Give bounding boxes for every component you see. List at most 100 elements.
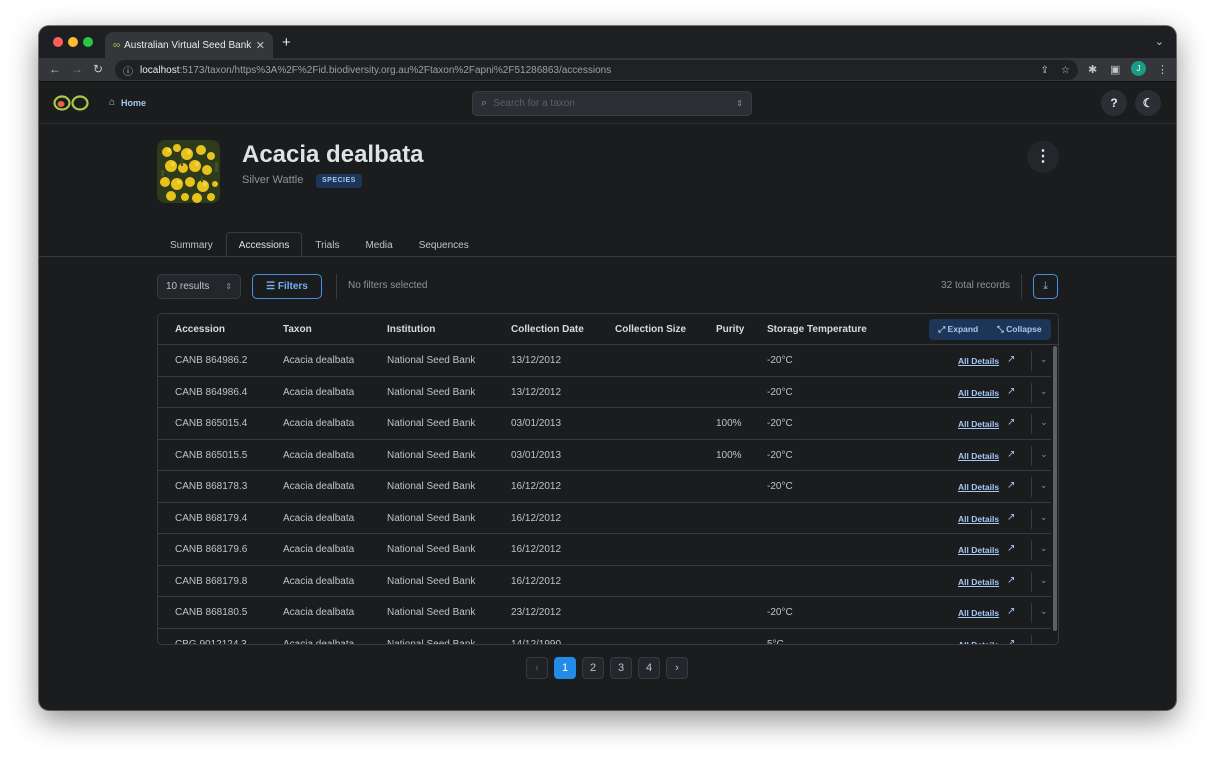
table-row[interactable]: CANB 865015.5 Acacia dealbata National See…	[158, 440, 1051, 471]
expand-row-chevron-icon[interactable]: ⌄	[1040, 480, 1048, 491]
bookmark-star-icon[interactable]: ☆	[1061, 65, 1070, 76]
expand-row-chevron-icon[interactable]: ⌄	[1040, 512, 1048, 523]
expand-row-chevron-icon[interactable]: ⌄	[1040, 449, 1048, 460]
download-button[interactable]: ⤓	[1033, 274, 1058, 299]
cell-collection-date: 16/12/2012	[511, 544, 562, 555]
tab-accessions[interactable]: Accessions	[225, 232, 303, 257]
external-link-icon[interactable]: ↗	[1007, 480, 1015, 491]
column-header-collection-size[interactable]: Collection Size	[615, 324, 686, 335]
table-row[interactable]: CBG 9012124.3 Acacia dealbata National See…	[158, 629, 1051, 645]
external-link-icon[interactable]: ↗	[1007, 449, 1015, 460]
cell-storage-temperature: -20°C	[767, 449, 793, 461]
external-link-icon[interactable]: ↗	[1007, 386, 1015, 397]
all-details-link[interactable]: All Details	[958, 388, 999, 398]
url-field[interactable]: ⓘ localhost :5173/taxon/https%3A%2F%2Fid…	[115, 60, 1078, 80]
tab-search-chevron-icon[interactable]: ⌄	[1155, 35, 1164, 48]
expand-collapse-group: ⤢ Expand ⤡ Collapse	[929, 319, 1051, 340]
more-options-button[interactable]: ⋮	[1027, 141, 1059, 173]
external-link-icon[interactable]: ↗	[1007, 606, 1015, 617]
cell-institution: National Seed Bank	[387, 544, 476, 555]
all-details-link[interactable]: All Details	[958, 514, 999, 524]
table-row[interactable]: CANB 864986.2 Acacia dealbata National See…	[158, 345, 1051, 377]
taxon-search[interactable]: ⌕ ⇕	[472, 91, 752, 116]
all-details-link[interactable]: All Details	[958, 356, 999, 366]
help-button[interactable]: ?	[1101, 90, 1127, 116]
next-page-button[interactable]: ›	[666, 657, 688, 679]
profile-avatar[interactable]: J	[1131, 61, 1146, 76]
browser-menu-icon[interactable]: ⋮	[1157, 63, 1168, 76]
app-logo-icon[interactable]	[53, 94, 89, 112]
reload-icon[interactable]: ↻	[93, 62, 103, 76]
forward-icon[interactable]: →	[71, 62, 83, 76]
all-details-link[interactable]: All Details	[958, 640, 999, 645]
table-row[interactable]: CANB 864986.4 Acacia dealbata National See…	[158, 377, 1051, 408]
results-per-page-select[interactable]: 10 results ⇕	[157, 274, 241, 299]
external-link-icon[interactable]: ↗	[1007, 575, 1015, 586]
column-header-purity[interactable]: Purity	[716, 324, 744, 335]
close-tab-icon[interactable]: ✕	[256, 39, 265, 52]
page-button-2[interactable]: 2	[582, 657, 604, 679]
theme-toggle-button[interactable]: ☾	[1135, 90, 1161, 116]
page-button-1[interactable]: 1	[554, 657, 576, 679]
filters-button[interactable]: ☰ Filters	[252, 274, 322, 299]
expand-row-chevron-icon[interactable]: ⌄	[1040, 354, 1048, 365]
expand-row-chevron-icon[interactable]: ⌄	[1040, 606, 1048, 617]
share-icon[interactable]: ⇪	[1041, 65, 1049, 76]
all-details-link[interactable]: All Details	[958, 451, 999, 461]
url-path: :5173/taxon/https%3A%2F%2Fid.biodiversit…	[179, 64, 612, 76]
all-details-link[interactable]: All Details	[958, 482, 999, 492]
expand-row-chevron-icon[interactable]: ⌄	[1040, 543, 1048, 554]
minimize-window-button[interactable]	[68, 37, 78, 47]
external-link-icon[interactable]: ↗	[1007, 512, 1015, 523]
expand-row-chevron-icon[interactable]: ⌄	[1040, 638, 1048, 645]
site-info-icon[interactable]: ⓘ	[123, 63, 133, 78]
column-header-collection-date[interactable]: Collection Date	[511, 324, 584, 335]
tab-sequences[interactable]: Sequences	[406, 232, 482, 257]
all-details-link[interactable]: All Details	[958, 608, 999, 618]
side-panel-icon[interactable]: ▣	[1110, 63, 1120, 76]
all-details-link[interactable]: All Details	[958, 545, 999, 555]
table-row[interactable]: CANB 868180.5 Acacia dealbata National See…	[158, 597, 1051, 629]
table-row[interactable]: CANB 868178.3 Acacia dealbata National See…	[158, 471, 1051, 503]
prev-page-button[interactable]: ‹	[526, 657, 548, 679]
tab-summary[interactable]: Summary	[157, 232, 226, 257]
cell-accession: CANB 868178.3	[175, 481, 248, 492]
table-scrollbar[interactable]	[1053, 346, 1057, 631]
taxon-search-input[interactable]	[493, 98, 737, 109]
page-button-3[interactable]: 3	[610, 657, 632, 679]
external-link-icon[interactable]: ↗	[1007, 417, 1015, 428]
expand-row-chevron-icon[interactable]: ⌄	[1040, 575, 1048, 586]
accessions-table: Accession Taxon Institution Collection D…	[157, 313, 1059, 645]
extensions-icon[interactable]: ✱	[1088, 63, 1097, 76]
close-window-button[interactable]	[53, 37, 63, 47]
expand-all-button[interactable]: ⤢ Expand	[938, 324, 978, 335]
address-bar: ← → ↻ ⓘ localhost :5173/taxon/https%3A%2…	[39, 58, 1176, 82]
browser-tab[interactable]: ∞ Australian Virtual Seed Bank ✕	[105, 32, 273, 58]
tab-trials[interactable]: Trials	[302, 232, 352, 257]
external-link-icon[interactable]: ↗	[1007, 543, 1015, 554]
collapse-all-button[interactable]: ⤡ Collapse	[997, 324, 1042, 335]
all-details-link[interactable]: All Details	[958, 419, 999, 429]
new-tab-icon[interactable]: +	[282, 34, 291, 51]
table-row[interactable]: CANB 865015.4 Acacia dealbata National See…	[158, 408, 1051, 440]
table-row[interactable]: CANB 868179.4 Acacia dealbata National See…	[158, 503, 1051, 534]
column-header-institution[interactable]: Institution	[387, 324, 435, 335]
maximize-window-button[interactable]	[83, 37, 93, 47]
cell-taxon: Acacia dealbata	[283, 481, 355, 492]
external-link-icon[interactable]: ↗	[1007, 354, 1015, 365]
back-icon[interactable]: ←	[49, 62, 61, 76]
table-row[interactable]: CANB 868179.6 Acacia dealbata National See…	[158, 534, 1051, 566]
page-button-4[interactable]: 4	[638, 657, 660, 679]
column-header-accession[interactable]: Accession	[175, 324, 225, 335]
tab-media[interactable]: Media	[352, 232, 405, 257]
expand-row-chevron-icon[interactable]: ⌄	[1040, 386, 1048, 397]
column-header-taxon[interactable]: Taxon	[283, 324, 312, 335]
expand-row-chevron-icon[interactable]: ⌄	[1040, 417, 1048, 428]
home-link[interactable]: ⌂ Home	[109, 97, 146, 108]
table-row[interactable]: CANB 868179.8 Acacia dealbata National See…	[158, 566, 1051, 597]
cell-storage-temperature: -20°C	[767, 481, 793, 492]
column-header-storage-temperature[interactable]: Storage Temperature	[767, 324, 867, 335]
all-details-link[interactable]: All Details	[958, 577, 999, 587]
more-vertical-icon: ⋮	[1035, 148, 1051, 165]
external-link-icon[interactable]: ↗	[1007, 638, 1015, 645]
